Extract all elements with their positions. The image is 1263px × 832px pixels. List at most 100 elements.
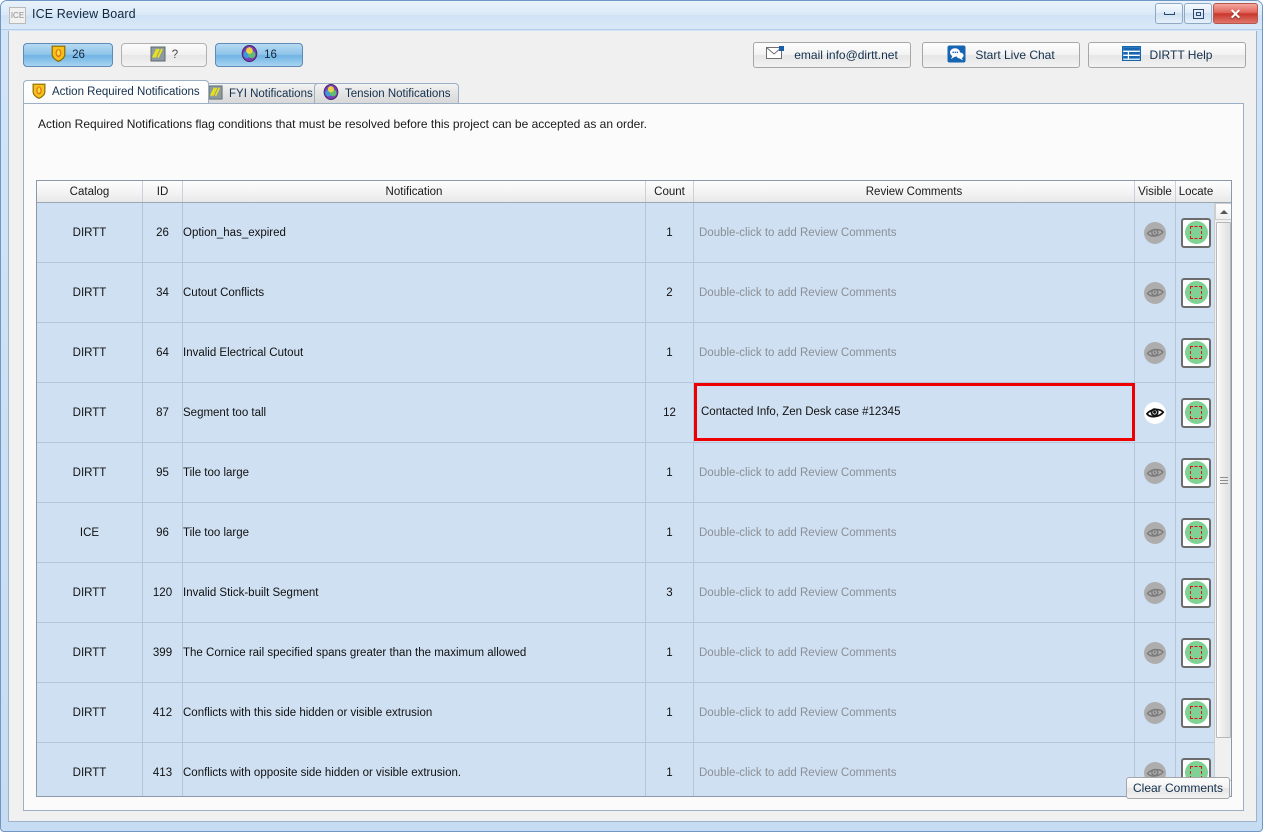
cell-locate[interactable] — [1176, 563, 1216, 622]
cell-locate[interactable] — [1176, 323, 1216, 382]
notifications-grid: Catalog ID Notification Count Review Comment… — [36, 180, 1232, 797]
cell-locate[interactable] — [1176, 623, 1216, 682]
cell-count: 1 — [646, 503, 694, 562]
grid-column-header-notification[interactable]: Notification — [183, 181, 646, 202]
cell-visible[interactable] — [1135, 443, 1176, 502]
cell-locate[interactable] — [1176, 203, 1216, 262]
locate-icon[interactable] — [1181, 337, 1211, 368]
cell-visible[interactable] — [1135, 623, 1176, 682]
tab-tension-notifications[interactable]: Tension Notifications — [314, 83, 460, 103]
locate-circle — [1184, 281, 1208, 304]
grid-column-header-visible[interactable]: Visible — [1135, 181, 1176, 202]
close-button[interactable]: ✕ — [1213, 3, 1258, 24]
locate-icon[interactable] — [1181, 577, 1211, 608]
locate-icon[interactable] — [1181, 457, 1211, 488]
grid-column-header-id[interactable]: ID — [143, 181, 183, 202]
review-comments-cell[interactable]: Double-click to add Review Comments — [694, 503, 1135, 562]
table-row[interactable]: DIRTT 399 The Cornice rail specified spans… — [37, 623, 1231, 683]
title-bar: ICE ICE Review Board ✕ — [1, 1, 1262, 30]
table-row[interactable]: DIRTT 26 Option_has_expired 1 Double-click t… — [37, 203, 1231, 263]
scroll-up-button[interactable] — [1215, 203, 1231, 220]
locate-icon[interactable] — [1181, 277, 1211, 308]
counter-button-fyi[interactable]: ? — [121, 43, 207, 67]
maximize-button[interactable] — [1184, 3, 1212, 24]
locate-icon[interactable] — [1181, 397, 1211, 428]
locate-icon[interactable] — [1181, 217, 1211, 248]
table-row[interactable]: ICE 96 Tile too large 1 Double-click to add … — [37, 503, 1231, 563]
notification-link[interactable]: Invalid Stick-built Segment — [183, 563, 646, 622]
cell-catalog: DIRTT — [37, 743, 143, 796]
cell-catalog: DIRTT — [37, 563, 143, 622]
eye-hidden-icon — [1144, 521, 1166, 544]
cell-visible[interactable] — [1135, 563, 1176, 622]
grid-column-header-locate[interactable]: Locate — [1176, 181, 1216, 202]
review-comments-cell[interactable]: Double-click to add Review Comments — [694, 683, 1135, 742]
cell-locate[interactable] — [1176, 443, 1216, 502]
grid-vertical-scrollbar[interactable] — [1214, 203, 1231, 796]
locate-marquee — [1190, 646, 1202, 659]
help-button[interactable]: DIRTT Help — [1088, 42, 1246, 68]
notification-link[interactable]: Tile too large — [183, 443, 646, 502]
review-comments-cell[interactable]: Double-click to add Review Comments — [694, 263, 1135, 322]
application-window: ICE ICE Review Board ✕ 26 ? 16 email inf… — [0, 0, 1263, 832]
table-row[interactable]: DIRTT 412 Conflicts with this side hidden … — [37, 683, 1231, 743]
notification-link[interactable]: Tile too large — [183, 503, 646, 562]
notification-link[interactable]: Cutout Conflicts — [183, 263, 646, 322]
cell-locate[interactable] — [1176, 263, 1216, 322]
table-row[interactable]: DIRTT 95 Tile too large 1 Double-click to ad… — [37, 443, 1231, 503]
fyi-icon — [150, 46, 166, 65]
locate-marquee — [1190, 286, 1202, 299]
cell-id: 120 — [143, 563, 183, 622]
tab-label-fyi: FYI Notifications — [229, 87, 313, 100]
table-row[interactable]: DIRTT 120 Invalid Stick-built Segment 3 Doub… — [37, 563, 1231, 623]
review-comments-cell[interactable]: Double-click to add Review Comments — [694, 743, 1135, 796]
cell-catalog: DIRTT — [37, 623, 143, 682]
notification-link[interactable]: Conflicts with opposite side hidden or v… — [183, 743, 646, 796]
table-row[interactable]: DIRTT 87 Segment too tall 12 Contacted Info,… — [37, 383, 1231, 443]
cell-visible[interactable] — [1135, 203, 1176, 262]
cell-visible[interactable] — [1135, 503, 1176, 562]
locate-icon[interactable] — [1181, 637, 1211, 668]
locate-icon[interactable] — [1181, 697, 1211, 728]
table-row[interactable]: DIRTT 413 Conflicts with opposite side hid… — [37, 743, 1231, 796]
cell-id: 399 — [143, 623, 183, 682]
review-comments-cell[interactable]: Double-click to add Review Comments — [694, 443, 1135, 502]
review-comments-cell[interactable]: Double-click to add Review Comments — [694, 623, 1135, 682]
review-comments-cell[interactable]: Double-click to add Review Comments — [694, 323, 1135, 382]
tab-action-required-notifications[interactable]: Action Required Notifications — [23, 80, 209, 103]
notification-link[interactable]: Option_has_expired — [183, 203, 646, 262]
eye-hidden-icon — [1144, 341, 1166, 364]
table-row[interactable]: DIRTT 64 Invalid Electrical Cutout 1 Double-… — [37, 323, 1231, 383]
close-icon: ✕ — [1229, 5, 1242, 22]
scrollbar-thumb[interactable] — [1216, 222, 1231, 738]
cell-locate[interactable] — [1176, 503, 1216, 562]
live-chat-button[interactable]: Start Live Chat — [922, 42, 1080, 68]
grid-column-header-count[interactable]: Count — [646, 181, 694, 202]
notification-link[interactable]: Conflicts with this side hidden or visib… — [183, 683, 646, 742]
review-comments-cell[interactable]: Double-click to add Review Comments — [694, 203, 1135, 262]
cell-visible[interactable] — [1135, 263, 1176, 322]
review-comments-cell[interactable]: Double-click to add Review Comments — [694, 563, 1135, 622]
locate-icon[interactable] — [1181, 517, 1211, 548]
cell-visible[interactable] — [1135, 683, 1176, 742]
cell-visible[interactable] — [1135, 323, 1176, 382]
review-comments-cell[interactable]: Contacted Info, Zen Desk case #12345 — [694, 383, 1135, 441]
tab-fyi-notifications[interactable]: FYI Notifications — [199, 83, 322, 103]
minimize-button[interactable] — [1155, 3, 1183, 24]
email-button[interactable]: email info@dirtt.net — [753, 42, 911, 68]
notification-link[interactable]: Segment too tall — [183, 383, 646, 442]
cell-locate[interactable] — [1176, 383, 1216, 442]
counter-button-action-required[interactable]: 26 — [23, 43, 113, 67]
cell-locate[interactable] — [1176, 683, 1216, 742]
clear-comments-button[interactable]: Clear Comments — [1126, 777, 1230, 799]
notification-link[interactable]: The Cornice rail specified spans greater… — [183, 623, 646, 682]
counter-button-tension[interactable]: 16 — [215, 43, 303, 67]
cell-count: 2 — [646, 263, 694, 322]
cell-visible[interactable] — [1135, 383, 1176, 442]
grid-column-header-comments[interactable]: Review Comments — [694, 181, 1135, 202]
locate-circle — [1184, 401, 1208, 424]
grid-column-header-catalog[interactable]: Catalog — [37, 181, 143, 202]
table-row[interactable]: DIRTT 34 Cutout Conflicts 2 Double-click to … — [37, 263, 1231, 323]
notification-link[interactable]: Invalid Electrical Cutout — [183, 323, 646, 382]
cell-id: 87 — [143, 383, 183, 442]
